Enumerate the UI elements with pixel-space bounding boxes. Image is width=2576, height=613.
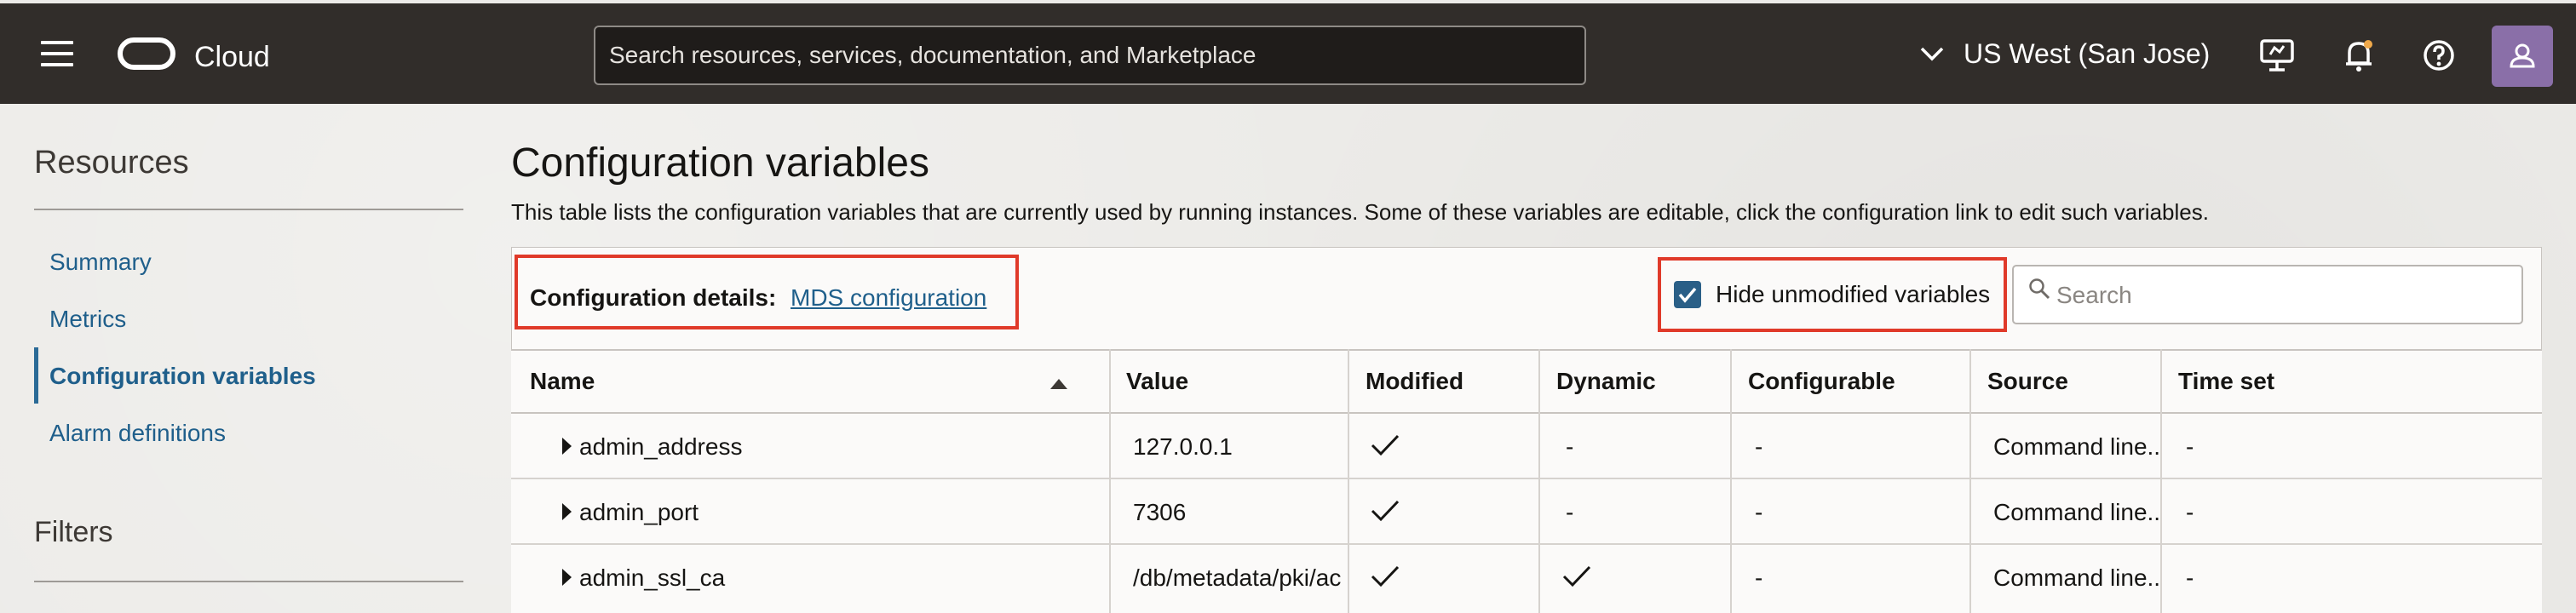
user-icon: [2510, 43, 2535, 68]
column-divider: [1348, 349, 1349, 613]
console-icon[interactable]: [2257, 36, 2297, 75]
cell-dynamic: -: [1566, 433, 1574, 460]
cell-time-set: -: [2186, 564, 2194, 591]
table-search-placeholder: Search: [2056, 282, 2132, 308]
hide-unmodified-checkbox[interactable]: [1674, 281, 1701, 308]
brand-name[interactable]: Cloud: [194, 41, 270, 74]
sidebar-item-summary[interactable]: Summary: [49, 249, 152, 276]
menu-icon[interactable]: [41, 41, 73, 66]
cell-configurable: -: [1755, 564, 1763, 591]
table-row: [511, 479, 2542, 545]
column-header-time-set[interactable]: Time set: [2178, 368, 2274, 395]
cell-value: 7306: [1133, 499, 1187, 525]
cell-dynamic: -: [1566, 499, 1574, 525]
region-selector[interactable]: US West (San Jose): [1919, 32, 2210, 75]
configuration-details-label: Configuration details:: [530, 284, 777, 311]
column-header-modified[interactable]: Modified: [1366, 368, 1463, 395]
page-description: This table lists the configuration varia…: [511, 199, 2209, 225]
mds-configuration-link[interactable]: MDS configuration: [791, 284, 986, 312]
table-row: [511, 545, 2542, 613]
divider: [34, 581, 463, 582]
column-divider: [1538, 349, 1540, 613]
cell-source: Command line..: [1993, 499, 2161, 525]
cell-name: admin_ssl_ca: [579, 564, 726, 591]
checkmark-icon: [1371, 565, 1400, 587]
expand-row-icon[interactable]: [562, 438, 572, 455]
bell-icon[interactable]: [2339, 36, 2378, 75]
column-header-configurable[interactable]: Configurable: [1748, 368, 1895, 395]
cell-source: Command line..: [1993, 564, 2161, 591]
oracle-logo[interactable]: [118, 37, 175, 70]
expand-row-icon[interactable]: [562, 503, 572, 520]
search-icon: [2029, 278, 2050, 300]
active-indicator: [34, 347, 38, 404]
column-divider: [2160, 349, 2162, 613]
table-row: [511, 414, 2542, 479]
sort-ascending-icon[interactable]: [1049, 378, 1068, 390]
sidebar-item-configuration-variables[interactable]: Configuration variables: [49, 363, 316, 390]
checkmark-icon: [1678, 287, 1697, 303]
expand-row-icon[interactable]: [562, 569, 572, 586]
cell-name: admin_address: [579, 433, 743, 460]
cell-name: admin_port: [579, 499, 699, 525]
help-icon[interactable]: [2419, 36, 2458, 75]
global-search-input[interactable]: Search resources, services, documentatio…: [594, 26, 1586, 85]
cell-value: 127.0.0.1: [1133, 433, 1233, 460]
column-header-name[interactable]: Name: [530, 368, 595, 395]
chevron-down-icon: [1920, 47, 1944, 61]
resources-title: Resources: [34, 145, 189, 180]
cell-value: /db/metadata/pki/ac: [1133, 564, 1342, 591]
sidebar-item-metrics[interactable]: Metrics: [49, 306, 126, 333]
column-header-value[interactable]: Value: [1126, 368, 1188, 395]
divider: [34, 209, 463, 210]
column-divider: [1730, 349, 1732, 613]
cell-time-set: -: [2186, 433, 2194, 460]
cell-configurable: -: [1755, 499, 1763, 525]
filters-title: Filters: [34, 516, 113, 548]
page-title: Configuration variables: [511, 140, 929, 186]
checkmark-icon: [1371, 500, 1400, 522]
column-divider: [1109, 349, 1111, 613]
column-divider: [1969, 349, 1971, 613]
column-header-source[interactable]: Source: [1987, 368, 2068, 395]
hide-unmodified-label[interactable]: Hide unmodified variables: [1716, 281, 1990, 308]
cell-time-set: -: [2186, 499, 2194, 525]
sidebar-item-alarm-definitions[interactable]: Alarm definitions: [49, 420, 226, 447]
column-header-dynamic[interactable]: Dynamic: [1556, 368, 1656, 395]
checkmark-icon: [1371, 434, 1400, 456]
top-navigation-bar: Cloud Search resources, services, docume…: [0, 0, 2576, 104]
cell-configurable: -: [1755, 433, 1763, 460]
region-label: US West (San Jose): [1964, 37, 2211, 69]
avatar[interactable]: [2492, 26, 2553, 87]
checkmark-icon: [1562, 565, 1591, 587]
cell-source: Command line..: [1993, 433, 2161, 460]
